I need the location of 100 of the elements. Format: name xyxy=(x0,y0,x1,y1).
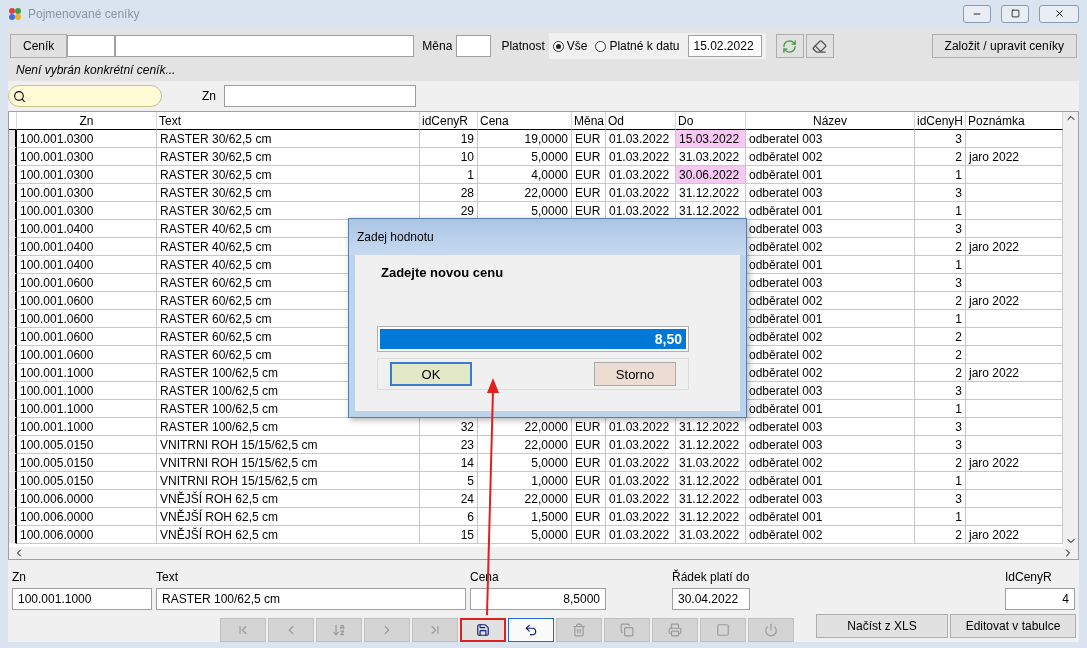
table-cell: EUR xyxy=(572,418,606,436)
pricelist-code-field[interactable] xyxy=(67,35,116,57)
table-cell: 2 xyxy=(915,292,966,310)
table-cell: EUR xyxy=(572,526,606,544)
table-cell: EUR xyxy=(572,130,606,148)
date-field[interactable]: 15.02.2022 xyxy=(687,35,762,57)
table-cell: 100.001.0400 xyxy=(17,220,157,238)
table-cell: 100.001.0400 xyxy=(17,238,157,256)
table-cell: 31.12.2022 xyxy=(676,436,746,454)
table-cell: odběratel 002 xyxy=(746,292,915,310)
table-cell: 31.12.2022 xyxy=(676,490,746,508)
table-cell: 3 xyxy=(915,436,966,454)
table-cell: 01.03.2022 xyxy=(606,184,676,202)
table-cell: 31.12.2022 xyxy=(676,184,746,202)
app-logo-icon xyxy=(8,6,22,21)
pricelist-button[interactable]: Ceník xyxy=(10,34,68,58)
table-cell: 100.001.0600 xyxy=(17,274,157,292)
table-cell: 100.001.0400 xyxy=(17,256,157,274)
printer-icon xyxy=(668,623,682,637)
table-cell: 28 xyxy=(420,184,478,202)
radio-option[interactable]: Platné k datu xyxy=(595,39,680,53)
search-field[interactable] xyxy=(8,85,162,107)
detail-field[interactable]: 30.04.2022 xyxy=(672,588,750,610)
table-cell: odberatel 003 xyxy=(746,490,915,508)
import-xls-button[interactable]: Načíst z XLS xyxy=(816,614,948,638)
zn-label: Zn xyxy=(202,89,216,103)
table-cell: 3 xyxy=(915,130,966,148)
table-cell: 24 xyxy=(420,490,478,508)
minimize-button[interactable] xyxy=(963,4,991,23)
table-cell: 2 xyxy=(915,238,966,256)
field-label: IdCenyR xyxy=(1005,570,1053,584)
table-cell: 5,0000 xyxy=(478,526,572,544)
undo-button[interactable] xyxy=(508,618,554,642)
table-cell: 100.001.1000 xyxy=(17,400,157,418)
table-cell: odberatel 003 xyxy=(746,382,915,400)
ok-button[interactable]: OK xyxy=(390,362,472,386)
table-cell: 100.001.0600 xyxy=(17,328,157,346)
detail-field[interactable]: 8,5000 xyxy=(470,588,606,610)
table-cell: 100.005.0150 xyxy=(17,472,157,490)
detail-field[interactable]: 100.001.1000 xyxy=(12,588,152,610)
manage-pricelists-button[interactable]: Založit / upravit ceníky xyxy=(931,34,1077,58)
table-cell: 100.006.0000 xyxy=(17,508,157,526)
table-cell: jaro 2022 xyxy=(966,364,1063,382)
table-cell: VNITRNI ROH 15/15/62,5 cm xyxy=(157,454,420,472)
table-cell: 100.001.1000 xyxy=(17,418,157,436)
clear-button[interactable] xyxy=(805,34,834,58)
table-cell: 3 xyxy=(915,184,966,202)
refresh-button[interactable] xyxy=(775,34,804,58)
table-cell: 1 xyxy=(420,166,478,184)
currency-label: Měna xyxy=(422,39,453,53)
search-icon xyxy=(13,89,26,103)
sort-icon xyxy=(332,623,346,637)
close-button[interactable] xyxy=(1039,4,1079,23)
price-input-field[interactable]: 8,50 xyxy=(377,326,689,352)
table-cell: odberatel 003 xyxy=(746,418,915,436)
trash-icon xyxy=(572,623,586,637)
table-cell: RASTER 30/62,5 cm xyxy=(157,184,420,202)
table-cell: 100.001.0600 xyxy=(17,292,157,310)
table-cell: 10 xyxy=(420,148,478,166)
table-cell: 01.03.2022 xyxy=(606,436,676,454)
edit-table-button[interactable]: Editovat v tabulce xyxy=(950,614,1076,638)
save-button[interactable] xyxy=(460,618,506,642)
table-cell: 2 xyxy=(915,346,966,364)
maximize-button[interactable] xyxy=(1001,4,1029,23)
table-cell: 1 xyxy=(915,166,966,184)
table-cell: odběratel 002 xyxy=(746,364,915,382)
table-cell: 100.001.0300 xyxy=(17,130,157,148)
table-cell: EUR xyxy=(572,490,606,508)
detail-field[interactable]: RASTER 100/62,5 cm xyxy=(156,588,466,610)
close-icon xyxy=(1053,8,1065,19)
table-cell: odberatel 003 xyxy=(746,130,915,148)
table-cell: EUR xyxy=(572,166,606,184)
table-cell: VNITRNI ROH 15/15/62,5 cm xyxy=(157,472,420,490)
table-cell: odběratel 002 xyxy=(746,238,915,256)
currency-field[interactable] xyxy=(456,35,492,57)
maximize-icon xyxy=(1010,9,1020,18)
table-cell: 100.001.0600 xyxy=(17,346,157,364)
zn-filter-field[interactable] xyxy=(224,85,416,107)
cancel-button[interactable]: Storno xyxy=(594,362,676,386)
table-cell: 2 xyxy=(915,148,966,166)
table-cell: 01.03.2022 xyxy=(606,526,676,544)
table-cell: 1,0000 xyxy=(478,472,572,490)
table-cell: RASTER 30/62,5 cm xyxy=(157,166,420,184)
table-cell: EUR xyxy=(572,508,606,526)
refresh-icon xyxy=(782,38,797,54)
table-cell: odběratel 002 xyxy=(746,148,915,166)
table-cell: odběratel 001 xyxy=(746,400,915,418)
radio-option[interactable]: Vše xyxy=(552,39,588,53)
radio-button[interactable] xyxy=(595,40,607,52)
pricelist-name-field[interactable] xyxy=(115,35,415,57)
table-cell: 19 xyxy=(420,130,478,148)
table-cell: odběratel 001 xyxy=(746,166,915,184)
save-icon xyxy=(476,623,490,637)
radio-button[interactable] xyxy=(552,40,564,52)
table-cell: EUR xyxy=(572,184,606,202)
table-cell: RASTER 30/62,5 cm xyxy=(157,130,420,148)
table-cell: 01.03.2022 xyxy=(606,508,676,526)
detail-field[interactable]: 4 xyxy=(1005,588,1075,610)
table-cell: 22,0000 xyxy=(478,184,572,202)
table-cell: EUR xyxy=(572,436,606,454)
